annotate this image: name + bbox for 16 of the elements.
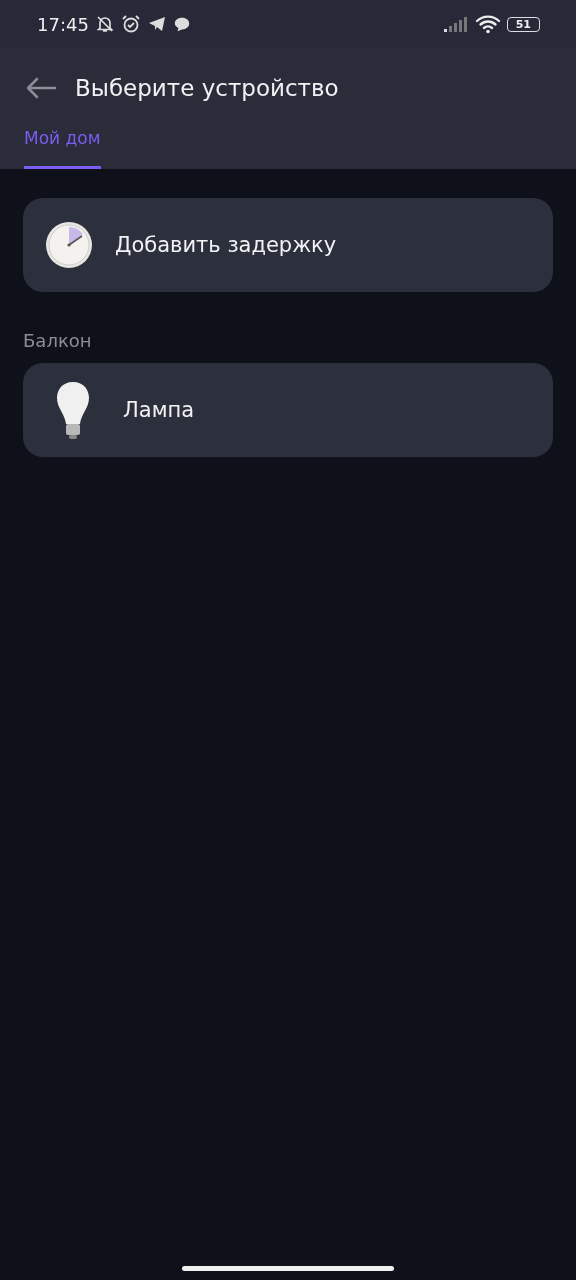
wifi-icon <box>474 14 501 34</box>
back-arrow-icon[interactable] <box>25 77 57 99</box>
room-heading: Балкон <box>23 330 93 351</box>
page-title: Выберите устройство <box>75 75 339 101</box>
card-label: Лампа <box>123 398 195 422</box>
chat-bubble-icon <box>172 15 191 33</box>
muted-bell-icon <box>94 14 115 34</box>
signal-icon <box>442 15 469 33</box>
light-bulb-icon <box>55 380 91 440</box>
action-card[interactable]: Добавить задержку <box>23 198 553 292</box>
card-label: Добавить задержку <box>115 233 337 257</box>
clock-icon <box>45 221 93 269</box>
alarm-clock-icon <box>120 14 141 34</box>
battery-indicator: 51 <box>506 16 540 32</box>
status-time: 17:45 <box>37 13 89 35</box>
device-card[interactable]: Лампа <box>23 363 553 457</box>
